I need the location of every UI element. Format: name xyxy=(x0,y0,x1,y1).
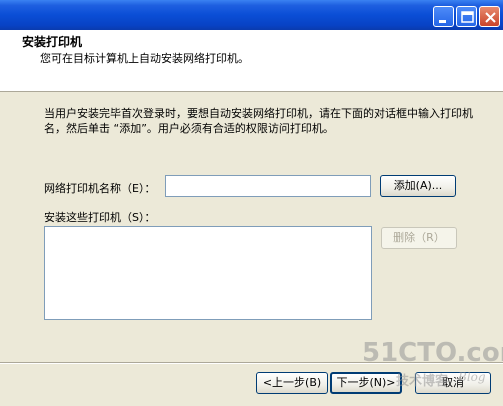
install-printers-label: 安装这些打印机（S）： xyxy=(44,211,156,224)
cancel-button[interactable]: 取消 xyxy=(415,372,491,394)
printer-name-input[interactable] xyxy=(165,175,371,197)
page-subtitle: 您可在目标计算机上自动安装网络打印机。 xyxy=(40,52,249,65)
maximize-icon xyxy=(461,11,474,23)
install-printers-list[interactable] xyxy=(44,226,372,320)
title-bar[interactable] xyxy=(0,0,503,30)
next-button[interactable]: 下一步(N)> xyxy=(330,372,402,394)
close-icon xyxy=(485,12,496,23)
minimize-button[interactable] xyxy=(433,6,454,27)
maximize-button[interactable] xyxy=(456,6,477,27)
printer-name-label: 网络打印机名称（E）： xyxy=(44,182,156,195)
page-title: 安装打印机 xyxy=(22,35,83,49)
delete-button[interactable]: 删除（R） xyxy=(381,227,457,249)
close-button[interactable] xyxy=(479,6,500,27)
minimize-icon xyxy=(439,20,446,23)
instructions-text: 当用户安装完毕首次登录时，要想自动安装网络打印机，请在下面的对话框中输入打印机名… xyxy=(44,107,473,135)
back-button[interactable]: <上一步(B) xyxy=(256,372,328,394)
footer-divider-highlight xyxy=(0,363,503,364)
add-button[interactable]: 添加(A)... xyxy=(380,175,456,197)
